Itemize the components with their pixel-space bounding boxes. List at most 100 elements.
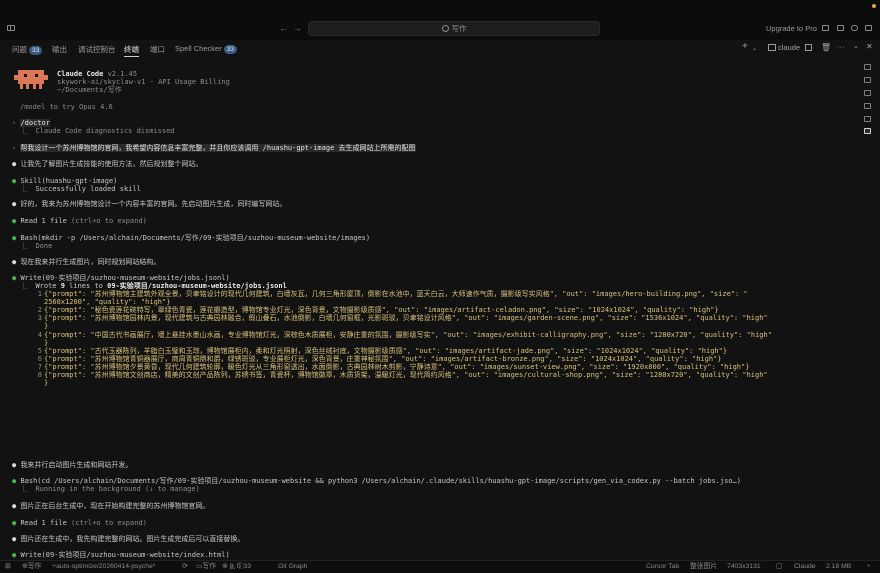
git-branch-item[interactable]: ⑂ auto-optimize/20260414-psyche* (52, 561, 155, 573)
remote-icon[interactable]: ⊞ (5, 561, 11, 573)
notification-dot (872, 4, 876, 8)
new-terminal-button[interactable]: + (742, 41, 748, 52)
write-summary-path: 09-实验项目/suzhou-museum-website/jobs.jsonl (107, 282, 287, 290)
write-call: Write(09-实验项目/suzhou-museum-website/jobs… (20, 274, 230, 282)
line-number: 1 (37, 290, 42, 298)
command-line: › /doctor (12, 119, 50, 127)
tool-call-line: ● Bash(mkdir -p /Users/alchain/Documents… (12, 234, 370, 242)
code-text: {"prompt": "苏州博物馆文创商店，精美的文创产品陈列，苏绣书签，青瓷杯… (44, 371, 768, 379)
spell-count-badge: 33 (223, 45, 237, 54)
tool-call-line: ● Read 1 file (ctrl+o to expand) (12, 519, 147, 527)
problems-count-badge: 33 (29, 46, 43, 55)
write-summary-text: lines to (64, 282, 108, 290)
code-text: {"prompt": "秘色瓷莲花碗特写，翠绿色青瓷，莲花瓣造型，博物馆专业灯光… (44, 306, 719, 315)
bash-call: Bash(mkdir -p /Users/alchain/Documents/写… (20, 234, 371, 242)
branch-item[interactable]: ⊕ 写作 (22, 561, 41, 573)
search-label: 写作 (451, 24, 467, 33)
assistant-message: 让我先了解图片生成技能的使用方法，然后规划整个网站。 (20, 160, 203, 168)
agent-button[interactable]: Claude (794, 561, 816, 573)
tab-debug-console[interactable]: 调试控制台 (78, 44, 116, 55)
layout-sidebar-icon[interactable] (822, 25, 829, 31)
result-line: ⎿ Wrote 9 lines to 09-实验项目/suzhou-museum… (20, 282, 287, 290)
layout-custom-icon[interactable] (865, 25, 872, 31)
tool-call-line: ● Write(09-实验项目/suzhou-museum-website/jo… (12, 274, 230, 282)
terminal-icon (768, 44, 776, 51)
code-text: {"prompt": "古代玉器陈列，羊脂白玉璧和玉琮，博物馆展柜内，柔和灯光照… (44, 346, 728, 355)
terminal-instance-icon[interactable] (864, 90, 871, 96)
terminal-instance-icon[interactable] (864, 116, 871, 122)
forward-arrow-icon[interactable]: → (293, 23, 302, 33)
app-version: v2.1.45 (107, 70, 138, 78)
bell-icon[interactable]: ▢ (776, 561, 782, 573)
expand-hint: (ctrl+o to expand) (71, 217, 147, 225)
claude-mascot-icon (14, 70, 48, 89)
search-icon (441, 25, 449, 32)
split-terminal-icon[interactable] (805, 44, 812, 51)
message-line: ● 好的，我来为苏州博物馆设计一个内容丰富的官网。先启动图片生成，同时编写网站。 (12, 200, 286, 208)
sync-icon[interactable]: ⟳ (182, 561, 188, 573)
header-line: Claude Code v2.1.45 (57, 70, 137, 78)
notifications-icon[interactable]: ◔ (866, 561, 870, 573)
chevron-down-icon[interactable]: ⌄ (752, 45, 757, 52)
terminal-output[interactable]: Claude Code v2.1.45 skywork-ai/skyclaw-v… (0, 58, 858, 560)
terminal-name[interactable]: claude (768, 43, 800, 52)
branch-name: 写作 (27, 563, 42, 570)
tab-problems[interactable]: 问题 33 (12, 44, 43, 55)
line-number: 3 (37, 314, 42, 323)
terminal-instance-icon-active[interactable] (864, 128, 871, 134)
tab-spell-checker[interactable]: Spell Checker 33 (175, 44, 237, 54)
bash-call: Bash(cd /Users/alchain/Documents/写作/09-实… (20, 477, 741, 485)
line-number: 7 (37, 362, 42, 371)
folder-item[interactable]: ▭ 写作 (196, 561, 216, 573)
git-graph-button[interactable]: Git Graph (278, 561, 307, 573)
read-call: Read 1 file (20, 217, 67, 225)
close-panel-icon[interactable]: ✕ (866, 42, 873, 51)
status-bar: ⊞ ⊕ 写作 ⑂ auto-optimize/20260414-psyche* … (0, 560, 880, 573)
code-text: {"prompt": "苏州博物馆青铜器展厅，商周青铜鼎和爵，绿锈斑驳，专业展柜… (44, 354, 722, 363)
sidebar-toggle-icon[interactable] (7, 25, 15, 31)
code-line: } (32, 322, 48, 330)
result-line: ⎿ Done (20, 242, 53, 250)
assistant-message: 好的，我来为苏州博物馆设计一个内容丰富的官网。先启动图片生成，同时编写网站。 (20, 200, 287, 208)
code-line: } (32, 379, 48, 387)
nav-row: ← → 写作 Upgrade to Pro (0, 19, 880, 39)
cursor-tab-button[interactable]: Cursor Tab (646, 561, 679, 573)
tab-terminal[interactable]: 终端 (124, 44, 139, 57)
assistant-message: 现在我来并行生成图片，同时规划网站结构。 (20, 258, 161, 266)
code-line: 3 {"prompt": "苏州博物馆园林内景，现代建筑与古典园林融合，假山叠石，… (32, 314, 768, 322)
line-number: 5 (37, 346, 42, 355)
trash-icon[interactable]: 🗑 (821, 43, 831, 52)
terminal-instance-icon[interactable] (864, 64, 871, 70)
account-line: skywork-ai/skyclaw-v1 · API Usage Billin… (57, 78, 230, 86)
upgrade-button[interactable]: Upgrade to Pro (766, 24, 817, 33)
message-line: ● 现在我来并行生成图片，同时规划网站结构。 (12, 258, 160, 266)
skill-call: Skill(huashu-gpt-image) (20, 177, 118, 185)
message-line: ● 我来并行启动图片生成和网站开发。 (12, 461, 132, 469)
message-line: ● 让我先了解图片生成技能的使用方法，然后规划整个网站。 (12, 160, 202, 168)
terminal-instance-icon[interactable] (864, 77, 871, 83)
write-call: Write(09-实验项目/suzhou-museum-website/inde… (20, 551, 230, 559)
code-text: {"prompt": "苏州博物馆夕景黄昏，现代几何建筑轮廓，暖色灯光从三角形窗… (44, 362, 750, 371)
message-line: ● 图片正在后台生成中，现在开始构建完整的苏州博物馆官网。 (12, 502, 209, 510)
collapse-panel-icon[interactable]: ⌄ (853, 42, 859, 50)
more-actions-button[interactable]: ··· (837, 42, 845, 51)
code-text: {"prompt": "苏州博物馆主建筑外观全景，贝聿铭设计的现代几何建筑，白墙… (44, 290, 748, 298)
panel-tabs: 问题 33 输出 调试控制台 终端 端口 Spell Checker 33 + ⌄ … (0, 41, 880, 58)
code-line: } (32, 339, 48, 347)
assistant-message: 图片还在生成中，我先构建完整的网站。图片生成完成后可以直接替换。 (20, 535, 245, 543)
chat-icon[interactable] (851, 25, 858, 31)
tool-call-line: ● Write(09-实验项目/suzhou-museum-website/in… (12, 551, 230, 559)
tab-ports[interactable]: 端口 (150, 44, 165, 55)
assistant-message: 我来并行启动图片生成和网站开发。 (20, 461, 133, 469)
code-text: } (44, 379, 49, 388)
search-input[interactable]: 写作 (308, 21, 600, 36)
app-title: Claude Code (57, 70, 104, 78)
layout-panel-icon[interactable] (837, 25, 844, 31)
terminal-name-label: claude (778, 43, 801, 52)
code-line: 4 {"prompt": "中国古代书画展厅，墙上悬挂水墨山水画，专业博物馆灯光，… (32, 331, 772, 339)
problems-item[interactable]: ⊗ 0 △ 0 ⓘ 33 (222, 561, 251, 573)
image-mode-button[interactable]: 整张图片 (690, 561, 717, 573)
tab-output[interactable]: 输出 (52, 44, 67, 55)
back-arrow-icon[interactable]: ← (279, 23, 288, 33)
terminal-instance-icon[interactable] (864, 103, 871, 109)
